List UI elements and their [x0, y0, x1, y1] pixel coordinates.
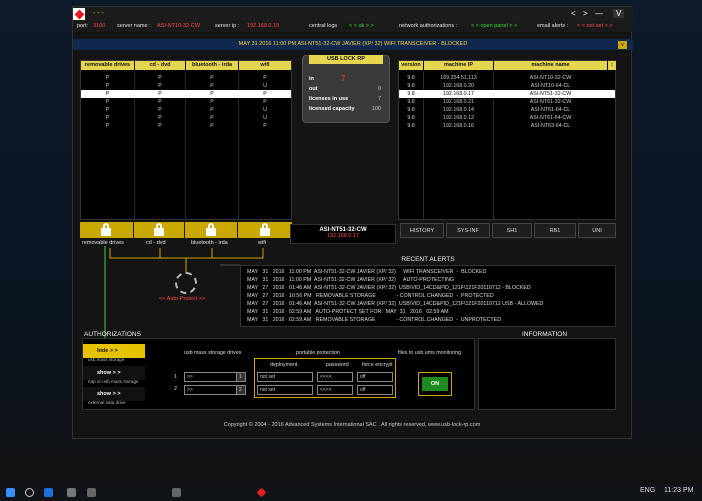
force-encrypt-header: force encrypt	[362, 362, 393, 368]
alert-row[interactable]: MAY 27 2016 01:46 AM ASI-NT51-32-CW JAVI…	[247, 301, 543, 307]
side-sub-usb-mass-storage: usb mass storage	[88, 357, 125, 362]
side-sub-sata: external sata drive	[88, 400, 126, 405]
row-number: 2	[174, 386, 177, 392]
side-sub-mtp: mtp or usb mass storage	[88, 379, 139, 384]
alert-row[interactable]: MAY 27 2016 10:56 PM REMOVABLE STORAGE -…	[247, 293, 494, 299]
password-cell-1[interactable]: <<<<	[317, 372, 353, 382]
language-indicator[interactable]: ENG	[640, 487, 655, 494]
force-encrypt-cell-2[interactable]: off	[357, 385, 393, 395]
alert-row[interactable]: MAY 31 2016 11:00 PM ASI-NT51-32-CW JAVI…	[247, 277, 454, 283]
footer-copyright: Copyright © 2004 - 2016 Advanced Systems…	[223, 422, 481, 428]
show-mtp-button[interactable]: show > >	[83, 366, 145, 380]
auto-protect-dial-icon[interactable]	[175, 272, 197, 294]
deployment-cell-1[interactable]: not set	[257, 372, 313, 382]
usb-lock-taskbar-icon[interactable]	[256, 487, 267, 498]
password-cell-2[interactable]: <<<<	[317, 385, 353, 395]
windows-start-icon[interactable]	[6, 488, 15, 497]
monitoring-on-button[interactable]: ON	[422, 377, 448, 391]
clock[interactable]: 11:23 PM	[664, 487, 693, 494]
edge-browser-icon[interactable]	[44, 488, 53, 497]
app-icon[interactable]	[87, 488, 96, 497]
recent-alerts-list: MAY 31 2016 11:00 PM ASI-NT51-32-CW JAVI…	[240, 265, 616, 327]
usb-drive-slot-1-number: 1	[236, 372, 246, 382]
app-icon[interactable]	[172, 488, 181, 497]
deployment-cell-2[interactable]: not set	[257, 385, 313, 395]
information-title: INFORMATION	[522, 331, 568, 338]
alert-row[interactable]: MAY 31 2016 11:00 PM ASI-NT51-32-CW JAVI…	[247, 269, 486, 275]
information-panel	[478, 338, 616, 410]
row-number: 1	[174, 374, 177, 380]
password-header: password	[326, 362, 349, 368]
search-icon[interactable]	[25, 488, 34, 497]
deployment-header: deployment	[270, 362, 298, 368]
recent-alerts-title: RECENT ALERTS	[401, 256, 455, 263]
usb-drive-slot-2-number: 2	[236, 385, 246, 395]
alert-row[interactable]: MAY 31 2016 02:59 AM AUTO-PROTECT SET FO…	[247, 309, 449, 315]
force-encrypt-cell-1[interactable]: off	[357, 372, 393, 382]
usb-drives-header: usb mass storage drives	[184, 350, 242, 356]
authorizations-title: AUTHORIZATIONS	[84, 331, 141, 338]
files-monitoring-header: files to usb ums monitoring	[398, 350, 462, 356]
alert-row[interactable]: MAY 31 2016 02:59 AM REMOVABLE STORAGE -…	[247, 317, 501, 323]
alert-row[interactable]: MAY 27 2016 01:46 AM ASI-NT51-32-CW JAVI…	[247, 285, 531, 291]
hide-usb-mass-storage-button[interactable]: hide > >	[83, 344, 145, 358]
show-sata-button[interactable]: show > >	[83, 387, 145, 401]
portable-protection-header: portable protection	[296, 350, 340, 356]
taskbar: ENG 11:23 PM	[0, 484, 702, 501]
app-icon[interactable]	[67, 488, 76, 497]
auto-protect-link[interactable]: << Auto-Protect >>	[159, 296, 205, 302]
